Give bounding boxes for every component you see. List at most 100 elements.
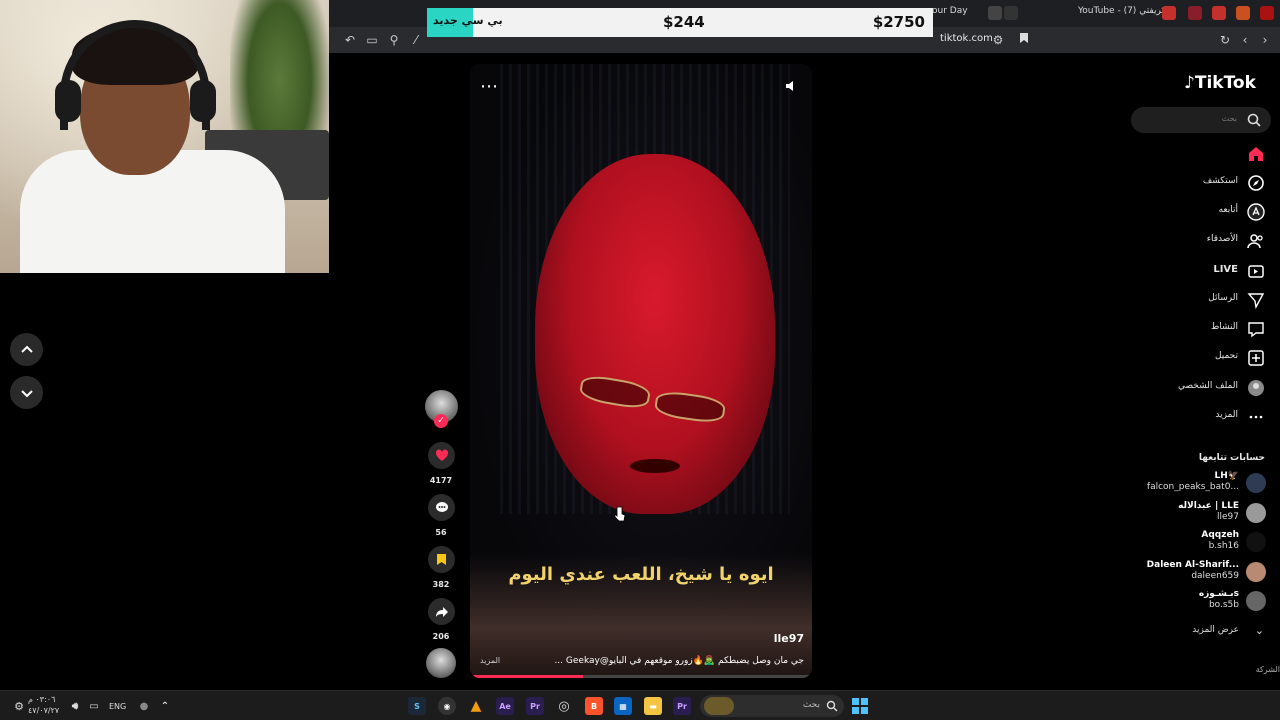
footer-company-link[interactable]: الشركة: [1256, 665, 1280, 674]
network-tray-icon[interactable]: ▭: [85, 697, 103, 715]
chevron-down-icon: [20, 389, 33, 397]
extension-icon-1[interactable]: ↶: [341, 31, 359, 49]
tray-overflow-chevron-icon[interactable]: ⌃: [156, 697, 174, 715]
site-settings-icon[interactable]: ⚙: [989, 31, 1007, 49]
account-handle: falcon_peaks_bat0...: [1146, 482, 1239, 492]
save-button[interactable]: [428, 546, 455, 573]
pinned-tab-icon-4[interactable]: [1260, 6, 1274, 20]
url-text[interactable]: tiktok.com: [940, 33, 993, 44]
pinned-tab-icon-1[interactable]: [1188, 6, 1202, 20]
chevron-up-icon: [20, 345, 33, 353]
nav-home[interactable]: [1128, 142, 1280, 166]
comment-button[interactable]: [428, 494, 455, 521]
following-account[interactable]: عبدالاله | LLE lle97: [1128, 501, 1280, 527]
forward-icon[interactable]: ›: [1256, 31, 1274, 49]
steam-icon[interactable]: S: [408, 697, 426, 715]
account-handle: daleen659: [1191, 571, 1239, 581]
extension-icon-4[interactable]: ⁄: [407, 31, 425, 49]
back-icon[interactable]: ‹: [1236, 31, 1254, 49]
video-author[interactable]: lle97: [774, 632, 804, 645]
pinned-tab-icon-3[interactable]: [1236, 6, 1250, 20]
premiere-pro-icon[interactable]: Pr: [673, 697, 691, 715]
file-explorer-icon[interactable]: ▬: [644, 697, 662, 715]
save-count: 382: [432, 580, 450, 589]
nav-friends[interactable]: الأصدقاء: [1128, 229, 1280, 253]
share-count: 206: [432, 632, 450, 641]
nav-more[interactable]: المزيد: [1128, 405, 1280, 429]
like-button[interactable]: [428, 442, 455, 469]
nav-friends-label: الأصدقاء: [1206, 234, 1238, 244]
following-account[interactable]: بـشـوزهs bo.s5b: [1128, 589, 1280, 615]
share-icon: [435, 606, 448, 617]
premiere-icon[interactable]: Pr: [526, 697, 544, 715]
windows-taskbar: ⚙ ٠٣:٠٦ م ٤٧/٠٧/٢٧ 🔊︎ ▭ ENG ● ⌃ S ◉ ▲ Ae…: [0, 690, 1280, 720]
obs-icon[interactable]: ◉: [438, 697, 456, 715]
account-name: بـشـوزهs: [1198, 589, 1239, 599]
bookmark-save-icon: [437, 554, 446, 565]
show-more-link[interactable]: عرض المزيد: [1192, 625, 1239, 635]
previous-video-button[interactable]: [10, 333, 43, 366]
headset-left-cup: [55, 80, 81, 122]
brave-icon[interactable]: B: [585, 697, 603, 715]
tiktok-note-icon: ♪: [1184, 73, 1195, 93]
taskbar-search[interactable]: بحث: [700, 695, 844, 717]
nav-live[interactable]: LIVE: [1128, 259, 1280, 283]
chrome-like-icon[interactable]: ◎: [555, 697, 573, 715]
tab-youtube[interactable]: YouTube - (7) كريفتي: [1078, 6, 1166, 16]
settings-icon[interactable]: ⚙: [10, 697, 28, 715]
share-button[interactable]: [428, 598, 455, 625]
description-more-link[interactable]: المزيد: [480, 656, 500, 665]
volume-tray-icon[interactable]: 🔊︎: [66, 697, 84, 715]
youtube-tab-icon[interactable]: [1162, 6, 1176, 20]
friends-icon: [1247, 234, 1263, 249]
more-options-icon[interactable]: ⋯: [480, 76, 498, 97]
nav-upload[interactable]: تحميل: [1128, 346, 1280, 370]
vlc-icon[interactable]: ▲: [467, 697, 485, 715]
windows-start-icon[interactable]: [851, 697, 869, 715]
nav-activity[interactable]: النشاط: [1128, 317, 1280, 341]
chevron-down-icon[interactable]: ⌄: [1255, 624, 1264, 637]
search-icon[interactable]: [1246, 112, 1262, 128]
video-description: جي مان وصل يضبطكم 🧟‍♂️🔥زورو موقعهم في ال…: [554, 656, 804, 666]
mouse-cursor-icon: [614, 506, 626, 522]
tab-icon-a: [988, 6, 1002, 20]
webcam-feed: [0, 0, 329, 273]
sound-avatar[interactable]: [426, 648, 456, 678]
account-handle: b.sh16: [1208, 541, 1239, 551]
nav-following[interactable]: أتابعه: [1128, 200, 1280, 224]
volume-icon[interactable]: [784, 78, 800, 94]
account-avatar: [1246, 473, 1266, 493]
following-account[interactable]: LH🦅 falcon_peaks_bat0...: [1128, 471, 1280, 497]
tiktok-logo-text: TikTok: [1194, 73, 1256, 93]
following-account[interactable]: Aqqzeh b.sh16: [1128, 530, 1280, 556]
video-progress-track[interactable]: [470, 675, 812, 678]
following-account[interactable]: Daleen Al-Sharif... daleen659: [1128, 560, 1280, 586]
reload-icon[interactable]: ↻: [1216, 31, 1234, 49]
microphone-icon[interactable]: ●: [135, 697, 153, 715]
nav-messages-label: الرسائل: [1208, 293, 1238, 303]
tiktok-tab-icon[interactable]: [1004, 6, 1018, 20]
nav-explore[interactable]: استكشف: [1128, 171, 1280, 195]
nav-profile[interactable]: الملف الشخصي: [1128, 376, 1280, 400]
video-caption: ايوه يا شيخ، اللعب عندي اليوم: [508, 564, 774, 585]
taskbar-time[interactable]: ٠٣:٠٦ م: [28, 695, 55, 704]
bookmark-icon[interactable]: [1015, 31, 1033, 49]
mouth-hole: [630, 459, 680, 473]
next-video-button[interactable]: [10, 376, 43, 409]
after-effects-icon[interactable]: Ae: [496, 697, 514, 715]
video-player[interactable]: ⋯ ايوه يا شيخ، اللعب عندي اليوم lle97 جي…: [470, 64, 812, 678]
taskbar-date[interactable]: ٤٧/٠٧/٢٧: [28, 706, 59, 715]
store-icon[interactable]: ▦: [614, 697, 632, 715]
search-input[interactable]: بحث: [1131, 107, 1271, 133]
tab-our-day[interactable]: our Day: [932, 6, 968, 16]
language-indicator[interactable]: ENG: [109, 702, 126, 711]
tiktok-logo[interactable]: ♪TikTok: [1184, 73, 1256, 93]
extension-icon-2[interactable]: ▭: [363, 31, 381, 49]
account-name: Daleen Al-Sharif...: [1146, 560, 1239, 570]
pinned-tab-icon-2[interactable]: [1212, 6, 1226, 20]
extension-icon-3[interactable]: ⚲: [385, 31, 403, 49]
follow-check-icon[interactable]: ✓: [434, 414, 448, 428]
following-section-title: حسابات تتابعها: [1198, 453, 1265, 463]
nav-messages[interactable]: الرسائل: [1128, 288, 1280, 312]
live-icon: [1248, 265, 1264, 278]
